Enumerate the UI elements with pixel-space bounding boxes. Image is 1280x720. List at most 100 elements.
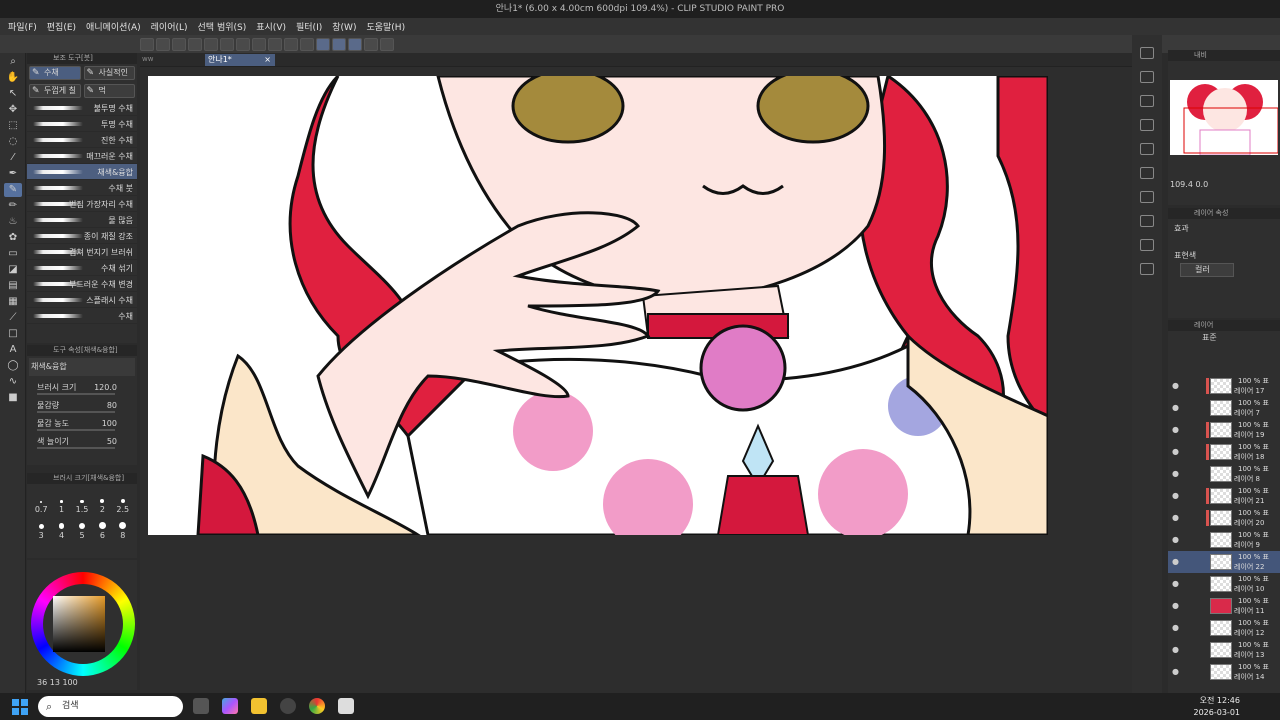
layer-row[interactable]: ● 100 % 표 레이어 7: [1168, 397, 1280, 419]
brush-item[interactable]: 불투명 수채: [27, 100, 137, 116]
brush-size-option[interactable]: 1: [51, 488, 71, 514]
property-slider[interactable]: [37, 393, 115, 395]
brush-item[interactable]: 번짐 가장자리 수채: [27, 196, 137, 212]
copilot-icon[interactable]: [222, 698, 238, 714]
subview-icon[interactable]: [1140, 71, 1154, 83]
eraser-icon[interactable]: ▭: [4, 247, 22, 261]
brush-size-option[interactable]: 2.5: [113, 488, 133, 514]
menu-item-6[interactable]: 필터(I): [296, 20, 322, 33]
ruler-icon[interactable]: ⟋: [4, 311, 22, 325]
menu-item-5[interactable]: 표시(V): [256, 20, 286, 33]
menu-item-7[interactable]: 창(W): [332, 20, 356, 33]
visibility-icon[interactable]: ●: [1172, 557, 1179, 566]
brush-item[interactable]: 겹쳐 번지기 브러쉬: [27, 244, 137, 260]
visibility-icon[interactable]: ●: [1172, 535, 1179, 544]
property-row[interactable]: 물감 농도 100: [27, 414, 137, 432]
saturation-value-square[interactable]: [53, 596, 105, 652]
material-icon[interactable]: [1140, 119, 1154, 131]
layer-row[interactable]: ● 100 % 표 레이어 20: [1168, 507, 1280, 529]
save-icon[interactable]: [172, 37, 186, 51]
property-value[interactable]: 100: [102, 419, 117, 428]
blend-mode-select[interactable]: 표준: [1168, 331, 1280, 345]
open-icon[interactable]: [156, 37, 170, 51]
visibility-icon[interactable]: ●: [1172, 403, 1179, 412]
brush-size-option[interactable]: 6: [92, 514, 112, 540]
visibility-icon[interactable]: ●: [1172, 601, 1179, 610]
decoration-icon[interactable]: ✿: [4, 231, 22, 245]
fill-icon[interactable]: [268, 37, 282, 51]
airbrush-icon[interactable]: ♨: [4, 215, 22, 229]
property-slider[interactable]: [37, 429, 115, 431]
auto-action-icon[interactable]: [1140, 215, 1154, 227]
layer-row[interactable]: ● 100 % 표 레이어 13: [1168, 639, 1280, 661]
visibility-icon[interactable]: ●: [1172, 447, 1179, 456]
app-icon[interactable]: [280, 698, 296, 714]
brush-size-option[interactable]: 2: [92, 488, 112, 514]
print-icon[interactable]: [188, 37, 202, 51]
undo-icon[interactable]: [204, 37, 218, 51]
brush-size-option[interactable]: 8: [113, 514, 133, 540]
layer-row[interactable]: ● 100 % 표 레이어 22: [1168, 551, 1280, 573]
brush-size-option[interactable]: 4: [51, 514, 71, 540]
snap-special-ruler-icon[interactable]: [348, 37, 362, 51]
brush-item[interactable]: 수채: [27, 308, 137, 324]
menu-item-0[interactable]: 파일(F): [8, 20, 37, 33]
menu-item-1[interactable]: 편집(E): [47, 20, 76, 33]
brush-item[interactable]: 종이 재질 강조: [27, 228, 137, 244]
task-view-icon[interactable]: [193, 698, 209, 714]
property-row[interactable]: 물감량 80: [27, 396, 137, 414]
document-tab[interactable]: 안나1* ×: [205, 54, 275, 66]
layer-row[interactable]: ● 100 % 표 레이어 12: [1168, 617, 1280, 639]
deselect-icon[interactable]: [284, 37, 298, 51]
brush-item[interactable]: 부드러운 수채 변경: [27, 276, 137, 292]
layer-row[interactable]: ● 100 % 표 레이어 11: [1168, 595, 1280, 617]
visibility-icon[interactable]: ●: [1172, 645, 1179, 654]
snap-grid-icon[interactable]: [332, 37, 346, 51]
pencil-icon[interactable]: ✏: [4, 199, 22, 213]
layer-row[interactable]: ● 100 % 표 레이어 19: [1168, 419, 1280, 441]
color-history-icon[interactable]: [1140, 239, 1154, 251]
system-clock[interactable]: 오전 12:46 2026-03-01: [1194, 695, 1241, 719]
balloon-icon[interactable]: ◯: [4, 359, 22, 373]
layer-row[interactable]: ● 100 % 표 레이어 18: [1168, 441, 1280, 463]
brush-item[interactable]: 스플래시 수채: [27, 292, 137, 308]
invert-selection-icon[interactable]: [300, 37, 314, 51]
layer-row[interactable]: ● 100 % 표 레이어 10: [1168, 573, 1280, 595]
tab-realistic[interactable]: ✎ 사실적인: [83, 66, 135, 80]
layer-search-icon[interactable]: [1140, 167, 1154, 179]
layer-row[interactable]: ● 100 % 표 레이어 14: [1168, 661, 1280, 683]
eyedropper-icon[interactable]: ⁄: [4, 151, 22, 165]
brush-item[interactable]: 매끄러운 수채: [27, 148, 137, 164]
lasso-icon[interactable]: ◌: [4, 135, 22, 149]
visibility-icon[interactable]: ●: [1172, 513, 1179, 522]
property-row[interactable]: 브러시 크기 120.0: [27, 378, 137, 396]
drawing-canvas[interactable]: [148, 76, 1048, 535]
info-icon[interactable]: [1140, 95, 1154, 107]
brush-size-option[interactable]: 1.5: [72, 488, 92, 514]
property-value[interactable]: 80: [107, 401, 117, 410]
windows-start-icon[interactable]: [12, 699, 28, 715]
property-slider[interactable]: [37, 411, 115, 413]
tab-watercolor[interactable]: ✎ 수채: [29, 66, 81, 80]
tab-thick-paint[interactable]: ✎ 두껍게 칠: [29, 84, 81, 98]
pen-icon[interactable]: ✒: [4, 167, 22, 181]
navigator-icon[interactable]: [1140, 47, 1154, 59]
menu-item-8[interactable]: 도움말(H): [366, 20, 405, 33]
chrome-icon[interactable]: [309, 698, 325, 714]
bucket-icon[interactable]: ◪: [4, 263, 22, 277]
select-icon[interactable]: ⬚: [4, 119, 22, 133]
brush-item[interactable]: 진한 수채: [27, 132, 137, 148]
tab-ink[interactable]: ✎ 먹: [83, 84, 135, 98]
menu-item-2[interactable]: 애니메이션(A): [86, 20, 141, 33]
file-explorer-icon[interactable]: [251, 698, 267, 714]
fg-bg-color-icon[interactable]: ■: [4, 391, 22, 405]
layer-row[interactable]: ● 100 % 표 레이어 8: [1168, 463, 1280, 485]
new-icon[interactable]: [140, 37, 154, 51]
shape-icon[interactable]: □: [4, 327, 22, 341]
layer-row[interactable]: ● 100 % 표 레이어 9: [1168, 529, 1280, 551]
property-value[interactable]: 120.0: [94, 383, 117, 392]
color-set-icon[interactable]: [1140, 263, 1154, 275]
taskbar-search[interactable]: ⌕ 검색: [38, 696, 183, 717]
property-row[interactable]: 색 늘이기 50: [27, 432, 137, 450]
property-slider[interactable]: [37, 447, 115, 449]
